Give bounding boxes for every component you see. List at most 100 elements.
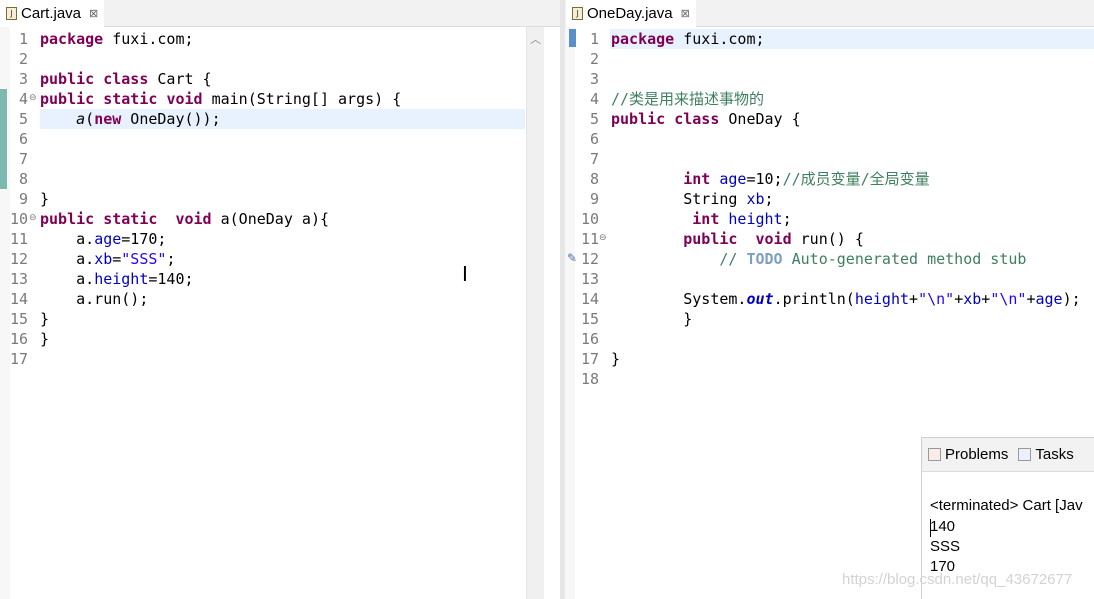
code-line[interactable]: public void run() { [611, 229, 864, 249]
code-text: ; [764, 190, 774, 208]
field-ref: age [719, 170, 747, 188]
keyword: public [683, 230, 738, 248]
code-text: OneDay()); [121, 110, 221, 128]
right-annotation-ruler [565, 27, 575, 599]
code-line[interactable]: } [40, 189, 49, 209]
code-text: ; [166, 250, 176, 268]
tab-label: Tasks [1035, 446, 1074, 463]
line-number: 9 [18, 190, 28, 208]
watermark: https://blog.csdn.net/qq_43672677 [842, 571, 1073, 588]
java-file-icon: J [6, 7, 17, 20]
problems-icon [928, 448, 941, 461]
code-text: ) { [374, 90, 402, 108]
code-text: . [85, 250, 95, 268]
code-line[interactable]: } [611, 309, 692, 329]
code-line[interactable]: System.out.println(height+"\n"+xb+"\n"+a… [611, 289, 1080, 309]
code-line[interactable]: } [40, 309, 49, 329]
code-text: =140; [148, 270, 194, 288]
task-marker-icon[interactable]: ✎ [567, 251, 577, 265]
code-line[interactable]: int height; [611, 209, 792, 229]
code-line[interactable]: public class OneDay { [611, 109, 801, 129]
console-status: <terminated> Cart [Jav [930, 497, 1083, 514]
line-number: 1 [589, 30, 599, 48]
console-output-line[interactable]: SSS [930, 538, 960, 555]
line-number: 9 [589, 190, 599, 208]
close-icon[interactable]: ⊠ [681, 7, 690, 20]
scroll-up-icon[interactable]: ︿ [530, 31, 541, 47]
comment: //类是用来描述事物的 [611, 90, 765, 108]
tab-tasks[interactable]: Tasks [1012, 446, 1077, 463]
line-number: 8 [589, 170, 599, 188]
code-text: + [909, 290, 919, 308]
keyword: static [103, 90, 158, 108]
line-number: 15 [580, 310, 599, 328]
code-line[interactable]: package fuxi.com; [611, 29, 765, 49]
code-line[interactable]: a(new OneDay()); [40, 109, 221, 129]
line-number: 7 [589, 150, 599, 168]
keyword: public [40, 90, 95, 108]
console-output-line[interactable]: 140 [930, 518, 955, 535]
tab-oneday-java[interactable]: J OneDay.java ⊠ [566, 0, 696, 27]
line-number: 3 [589, 70, 599, 88]
line-number: 7 [18, 150, 28, 168]
identifier: a [76, 230, 86, 248]
code-text: } [40, 330, 50, 348]
code-line[interactable]: public class Cart { [40, 69, 212, 89]
code-line[interactable]: a.xb="SSS"; [40, 249, 175, 269]
line-number: 11 [9, 230, 28, 248]
line-number: 4 [18, 90, 28, 108]
line-number: 14 [580, 290, 599, 308]
tasks-icon [1018, 448, 1032, 461]
change-marker [569, 29, 576, 47]
code-line[interactable]: // TODO Auto-generated method stub [611, 249, 1026, 269]
code-text: .run(); [85, 290, 149, 308]
close-icon[interactable]: ⊠ [89, 7, 98, 20]
fold-icon[interactable]: ⊖ [29, 93, 37, 103]
line-number: 13 [9, 270, 28, 288]
code-line[interactable]: int age=10;//成员变量/全局变量 [611, 169, 930, 189]
line-number: 10 [580, 210, 599, 228]
code-line[interactable]: public static void a(OneDay a){ [40, 209, 329, 229]
tab-title: OneDay.java [587, 5, 673, 22]
code-line[interactable]: } [611, 349, 620, 369]
field-ref: age [94, 230, 122, 248]
ibeam-cursor-icon: I [462, 262, 468, 286]
fold-icon[interactable]: ⊖ [29, 213, 37, 223]
fold-icon[interactable]: ⊖ [599, 233, 607, 243]
code-line[interactable]: package fuxi.com; [40, 29, 194, 49]
tab-cart-java[interactable]: J Cart.java ⊠ [0, 0, 105, 27]
line-number: 16 [580, 330, 599, 348]
comment: Auto-generated method stub [782, 250, 1027, 268]
code-line[interactable]: String xb; [611, 189, 774, 209]
code-text: a(OneDay [211, 210, 302, 228]
tab-problems[interactable]: Problems [922, 446, 1012, 463]
left-code-editor[interactable]: 1 2 3 4 5 6 7 8 9 10 11 12 13 14 15 16 17 package fuxi.co… [0, 27, 525, 599]
identifier: args [338, 90, 375, 108]
code-text: ; [782, 210, 792, 228]
line-number: 2 [589, 50, 599, 68]
code-line[interactable]: a.run(); [40, 289, 148, 309]
keyword: public [40, 70, 95, 88]
keyword: package [40, 30, 104, 48]
code-line[interactable]: public static void main(String[] args) { [40, 89, 401, 109]
identifier: a [76, 290, 86, 308]
code-line[interactable]: } [40, 329, 49, 349]
string-literal: "\n" [990, 290, 1027, 308]
comment: //成员变量/全局变量 [782, 170, 930, 188]
left-vertical-scrollbar[interactable]: ︿ [526, 27, 544, 599]
tab-label: Problems [945, 446, 1009, 463]
java-file-icon: J [572, 7, 583, 20]
keyword: package [611, 30, 675, 48]
keyword: int [683, 170, 711, 188]
code-line[interactable]: //类是用来描述事物的 [611, 89, 764, 109]
code-line[interactable]: a.height=140; [40, 269, 194, 289]
code-line[interactable]: a.age=170; [40, 229, 166, 249]
